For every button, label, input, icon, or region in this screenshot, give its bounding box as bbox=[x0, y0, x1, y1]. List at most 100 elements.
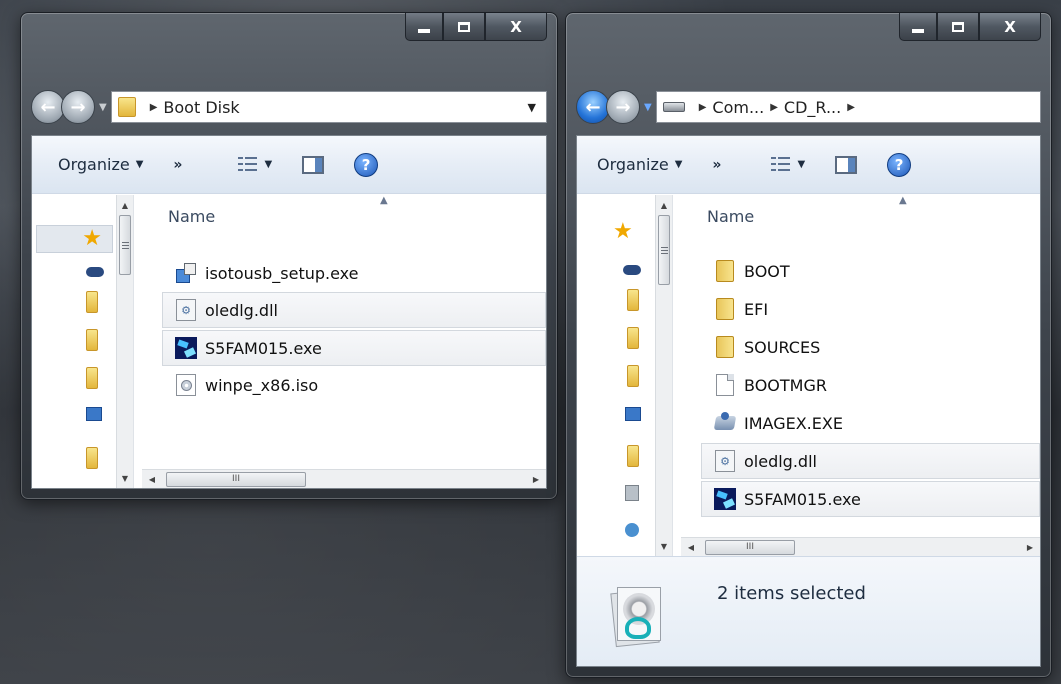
multiple-files-icon bbox=[607, 583, 663, 649]
more-commands-button[interactable]: » bbox=[173, 157, 182, 173]
nav-pane-scrollbar[interactable]: ▲ ▼ bbox=[116, 195, 133, 488]
back-arrow-icon: ← bbox=[40, 96, 56, 118]
navigation-bar: ← → ▼ ▶ Com... ▶ CD_R... ▶ bbox=[576, 85, 1041, 129]
recent-pages-dropdown[interactable]: ▼ bbox=[644, 102, 652, 113]
horizontal-scrollbar[interactable]: ◀ III ▶ bbox=[142, 469, 546, 488]
minimize-button[interactable] bbox=[405, 13, 443, 41]
explorer-window-boot-disk[interactable]: X ← → ▼ ▶ Boot Disk ▼ Organize ▼ » ▼ ? ★… bbox=[20, 12, 558, 500]
scroll-thumb[interactable]: III bbox=[166, 471, 306, 487]
help-button[interactable]: ? bbox=[887, 152, 912, 177]
back-button[interactable]: ← bbox=[31, 90, 65, 124]
file-item-selected[interactable]: ⚙ oledlg.dll bbox=[162, 292, 546, 328]
file-name: SOURCES bbox=[744, 337, 821, 357]
scroll-left-icon[interactable]: ◀ bbox=[681, 543, 701, 552]
organize-button[interactable]: Organize ▼ bbox=[597, 155, 682, 174]
horizontal-scrollbar[interactable]: ◀ III ▶ bbox=[681, 537, 1040, 556]
address-bar[interactable]: ▶ Com... ▶ CD_R... ▶ bbox=[655, 91, 1041, 123]
close-button[interactable]: X bbox=[485, 13, 547, 41]
explorer-window-cd-root[interactable]: X ← → ▼ ▶ Com... ▶ CD_R... ▶ Organize ▼ »… bbox=[565, 12, 1052, 678]
organize-label: Organize bbox=[58, 155, 130, 174]
scroll-down-icon[interactable]: ▼ bbox=[656, 536, 672, 556]
command-bar: Organize ▼ » ▼ ? bbox=[32, 136, 546, 194]
preview-pane-button[interactable] bbox=[302, 155, 325, 174]
nav-folder-icon[interactable] bbox=[627, 365, 639, 387]
recent-pages-dropdown[interactable]: ▼ bbox=[99, 102, 107, 113]
view-list-icon bbox=[771, 156, 791, 173]
favorites-star-icon: ★ bbox=[82, 226, 102, 251]
address-dropdown-icon[interactable]: ▼ bbox=[528, 101, 536, 114]
views-button[interactable]: ▼ bbox=[238, 156, 273, 173]
scroll-right-icon[interactable]: ▶ bbox=[526, 475, 546, 484]
computer-icon[interactable] bbox=[86, 407, 102, 421]
file-name: oledlg.dll bbox=[205, 300, 278, 320]
minimize-button[interactable] bbox=[899, 13, 937, 41]
caret-down-icon: ▼ bbox=[135, 159, 144, 170]
network-drive-icon[interactable] bbox=[86, 267, 104, 277]
folder-item[interactable]: BOOT bbox=[701, 253, 1040, 289]
explorer-frame: Organize ▼ » ▼ ? ★ ▲ ▼ Name ▲ BOOT EFI S… bbox=[576, 135, 1041, 667]
maximize-icon bbox=[458, 21, 470, 32]
close-button[interactable]: X bbox=[979, 13, 1041, 41]
disc-image-icon bbox=[173, 372, 199, 398]
computer-icon[interactable] bbox=[625, 407, 641, 421]
help-button[interactable]: ? bbox=[354, 152, 379, 177]
file-name: EFI bbox=[744, 299, 769, 319]
views-button[interactable]: ▼ bbox=[771, 156, 805, 173]
file-name: BOOT bbox=[744, 261, 790, 281]
minimize-icon bbox=[418, 28, 430, 33]
nav-folder-icon[interactable] bbox=[627, 445, 639, 467]
file-item-selected[interactable]: S5FAM015.exe bbox=[162, 330, 546, 366]
selection-status: 2 items selected bbox=[717, 583, 866, 604]
breadcrumb-separator-icon: ▶ bbox=[847, 101, 855, 113]
breadcrumb-item[interactable]: Com... bbox=[712, 98, 764, 117]
scroll-down-icon[interactable]: ▼ bbox=[117, 468, 133, 488]
folder-item[interactable]: EFI bbox=[701, 291, 1040, 327]
file-item-selected[interactable]: ⚙ oledlg.dll bbox=[701, 443, 1040, 479]
nav-folder-icon[interactable] bbox=[627, 289, 639, 311]
maximize-button[interactable] bbox=[937, 13, 979, 41]
server-icon[interactable] bbox=[625, 485, 639, 501]
file-item[interactable]: BOOTMGR bbox=[701, 367, 1040, 403]
network-drive-icon[interactable] bbox=[623, 265, 641, 275]
more-commands-button[interactable]: » bbox=[712, 157, 721, 173]
organize-button[interactable]: Organize ▼ bbox=[58, 155, 143, 174]
file-name: BOOTMGR bbox=[744, 375, 827, 395]
maximize-button[interactable] bbox=[443, 13, 485, 41]
caret-down-icon: ▼ bbox=[264, 159, 273, 170]
scroll-right-icon[interactable]: ▶ bbox=[1020, 543, 1040, 552]
file-item[interactable]: isotousb_setup.exe bbox=[162, 255, 546, 291]
file-list: Name ▲ BOOT EFI SOURCES BOOTMGR IMAGEX.E… bbox=[673, 195, 1040, 556]
grip-icon: III bbox=[232, 474, 240, 484]
file-item-selected[interactable]: S5FAM015.exe bbox=[701, 481, 1040, 517]
file-list: Name ▲ isotousb_setup.exe ⚙ oledlg.dll S… bbox=[134, 195, 546, 488]
scroll-thumb[interactable] bbox=[658, 215, 670, 285]
nav-folder-icon[interactable] bbox=[86, 291, 98, 313]
scroll-up-icon[interactable]: ▲ bbox=[656, 195, 672, 215]
grip-icon bbox=[121, 241, 129, 249]
nav-folder-icon[interactable] bbox=[86, 447, 98, 469]
breadcrumb-item[interactable]: CD_R... bbox=[784, 98, 841, 117]
file-item[interactable]: IMAGEX.EXE bbox=[701, 405, 1040, 441]
column-header-name[interactable]: Name bbox=[168, 207, 215, 226]
nav-favorites[interactable]: ★ bbox=[36, 225, 113, 253]
file-icon bbox=[712, 372, 738, 398]
back-button[interactable]: ← bbox=[576, 90, 610, 124]
breadcrumb-item[interactable]: Boot Disk bbox=[163, 98, 239, 117]
file-item[interactable]: winpe_x86.iso bbox=[162, 367, 546, 403]
scroll-thumb[interactable]: III bbox=[705, 539, 795, 555]
scroll-up-icon[interactable]: ▲ bbox=[117, 195, 133, 215]
forward-button[interactable]: → bbox=[61, 90, 95, 124]
favorites-star-icon[interactable]: ★ bbox=[613, 221, 633, 243]
nav-folder-icon[interactable] bbox=[627, 327, 639, 349]
forward-button[interactable]: → bbox=[606, 90, 640, 124]
nav-folder-icon[interactable] bbox=[86, 329, 98, 351]
column-header-name[interactable]: Name bbox=[707, 207, 754, 226]
folder-item[interactable]: SOURCES bbox=[701, 329, 1040, 365]
homegroup-icon[interactable] bbox=[625, 523, 639, 537]
preview-pane-button[interactable] bbox=[835, 155, 858, 174]
nav-pane-scrollbar[interactable]: ▲ ▼ bbox=[655, 195, 672, 556]
address-bar[interactable]: ▶ Boot Disk ▼ bbox=[110, 91, 547, 123]
nav-folder-icon[interactable] bbox=[86, 367, 98, 389]
scroll-left-icon[interactable]: ◀ bbox=[142, 475, 162, 484]
scroll-thumb[interactable] bbox=[119, 215, 131, 275]
